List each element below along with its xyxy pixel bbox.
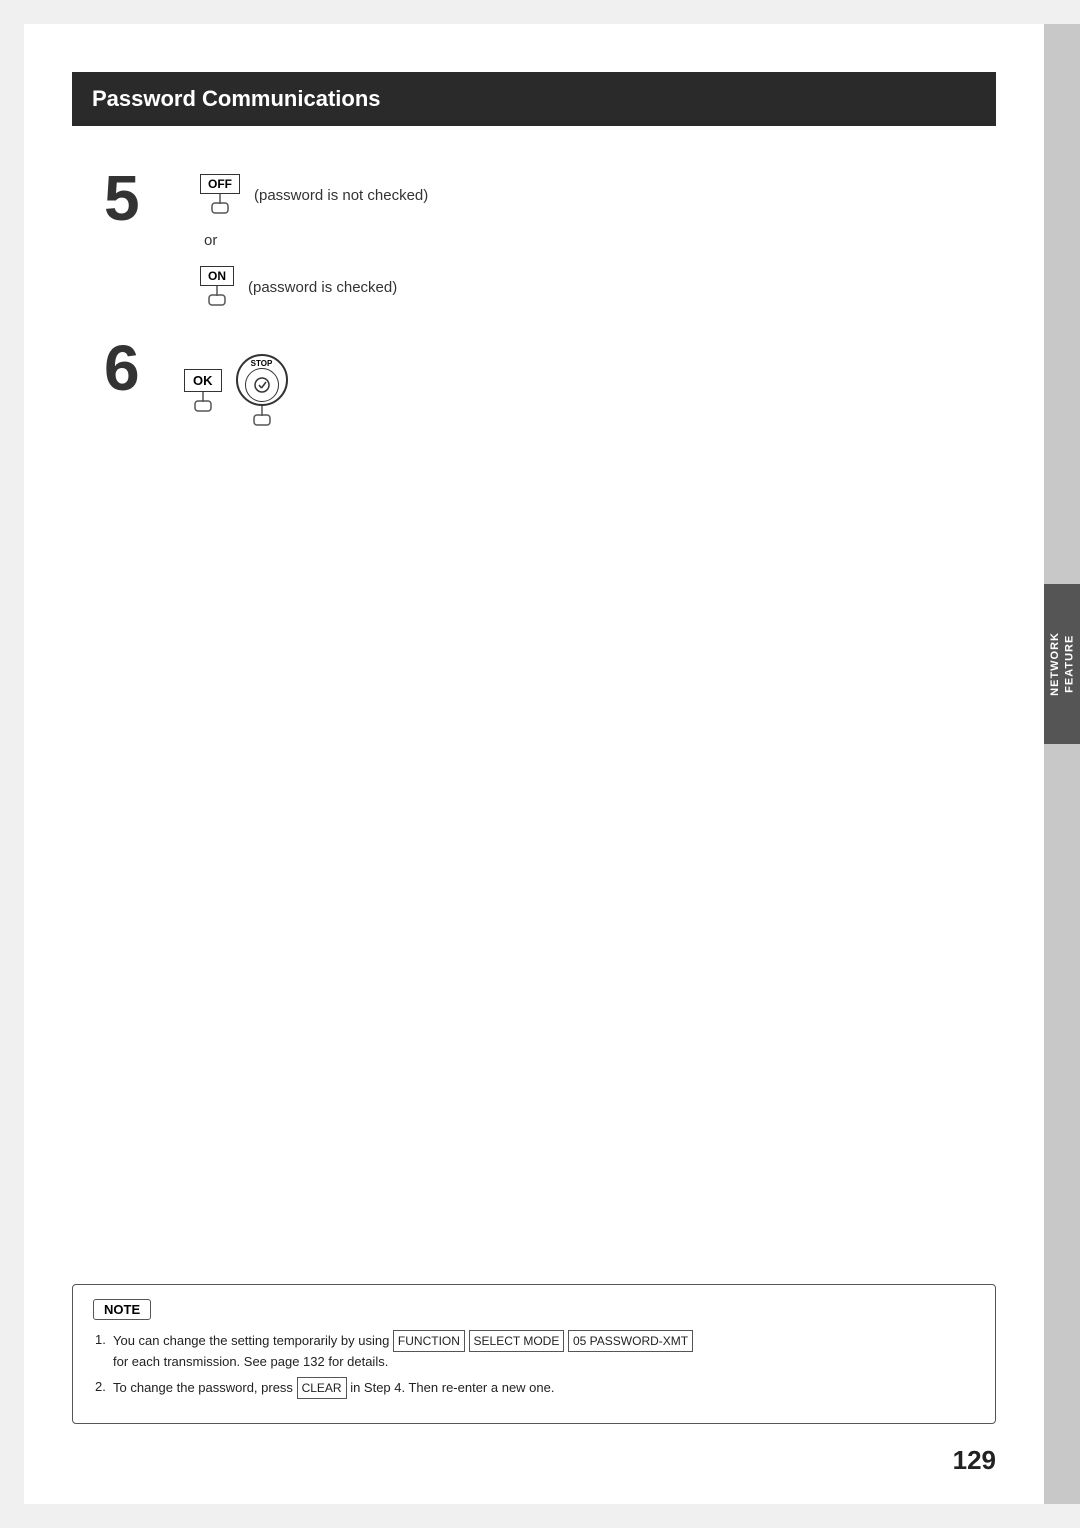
step-5-off-row: OFF (password is not checked) <box>200 174 428 216</box>
step-5-or: or <box>200 232 428 250</box>
function-key: FUNCTION <box>393 1330 465 1352</box>
ok-button-container: OK <box>184 369 222 414</box>
off-key: OFF <box>200 174 240 194</box>
step-5-number: 5 <box>104 166 184 230</box>
select-mode-key: SELECT MODE <box>469 1330 565 1352</box>
finger-icon-ok <box>187 392 219 414</box>
step-5-on-row: ON (password is checked) <box>200 266 428 308</box>
page-title: Password Communications <box>92 86 381 111</box>
note-item-2: To change the password, press CLEAR in S… <box>113 1377 975 1399</box>
finger-icon-on <box>201 286 233 308</box>
step-6-block: 6 OK STOP <box>104 344 964 428</box>
clear-key: CLEAR <box>297 1377 347 1399</box>
step-5-block: 5 OFF (password is not checked) <box>104 174 964 308</box>
finger-icon-stop <box>246 406 278 428</box>
stop-icon <box>253 376 271 394</box>
step-5-content: OFF (password is not checked) or <box>200 174 428 308</box>
right-strip <box>1044 24 1080 1504</box>
on-key: ON <box>200 266 234 286</box>
note-section: NOTE You can change the setting temporar… <box>72 1284 996 1425</box>
page-header: Password Communications <box>72 72 996 126</box>
content: 5 OFF (password is not checked) <box>24 126 1044 504</box>
on-button-container: ON <box>200 266 234 308</box>
stop-inner-circle <box>245 368 279 402</box>
password-xmt-key: 05 PASSWORD-XMT <box>568 1330 693 1352</box>
stop-button-container: STOP <box>236 354 288 428</box>
note-1-text-after: for each transmission. See page 132 for … <box>113 1354 388 1369</box>
side-tab-text: NETWORKFEATURE <box>1048 632 1077 696</box>
note-item-1: You can change the setting temporarily b… <box>113 1330 975 1372</box>
page: NETWORKFEATURE Password Communications 5… <box>24 24 1044 1504</box>
step-5-on-description: (password is checked) <box>248 279 397 296</box>
off-button-container: OFF <box>200 174 240 216</box>
ok-key: OK <box>184 369 222 392</box>
note-2-text-before: To change the password, press <box>113 1380 297 1395</box>
finger-icon-off <box>204 194 236 216</box>
note-2-text-after: in Step 4. Then re-enter a new one. <box>347 1380 555 1395</box>
page-number: 129 <box>953 1445 996 1476</box>
note-header: NOTE <box>93 1299 151 1320</box>
step-6-content: OK STOP <box>184 354 288 428</box>
stop-label: STOP <box>251 359 273 368</box>
step-6-number: 6 <box>104 336 184 400</box>
stop-round-button: STOP <box>236 354 288 406</box>
side-tab: NETWORKFEATURE <box>1044 584 1080 744</box>
step-5-off-description: (password is not checked) <box>254 187 428 204</box>
note-1-text-before: You can change the setting temporarily b… <box>113 1333 393 1348</box>
